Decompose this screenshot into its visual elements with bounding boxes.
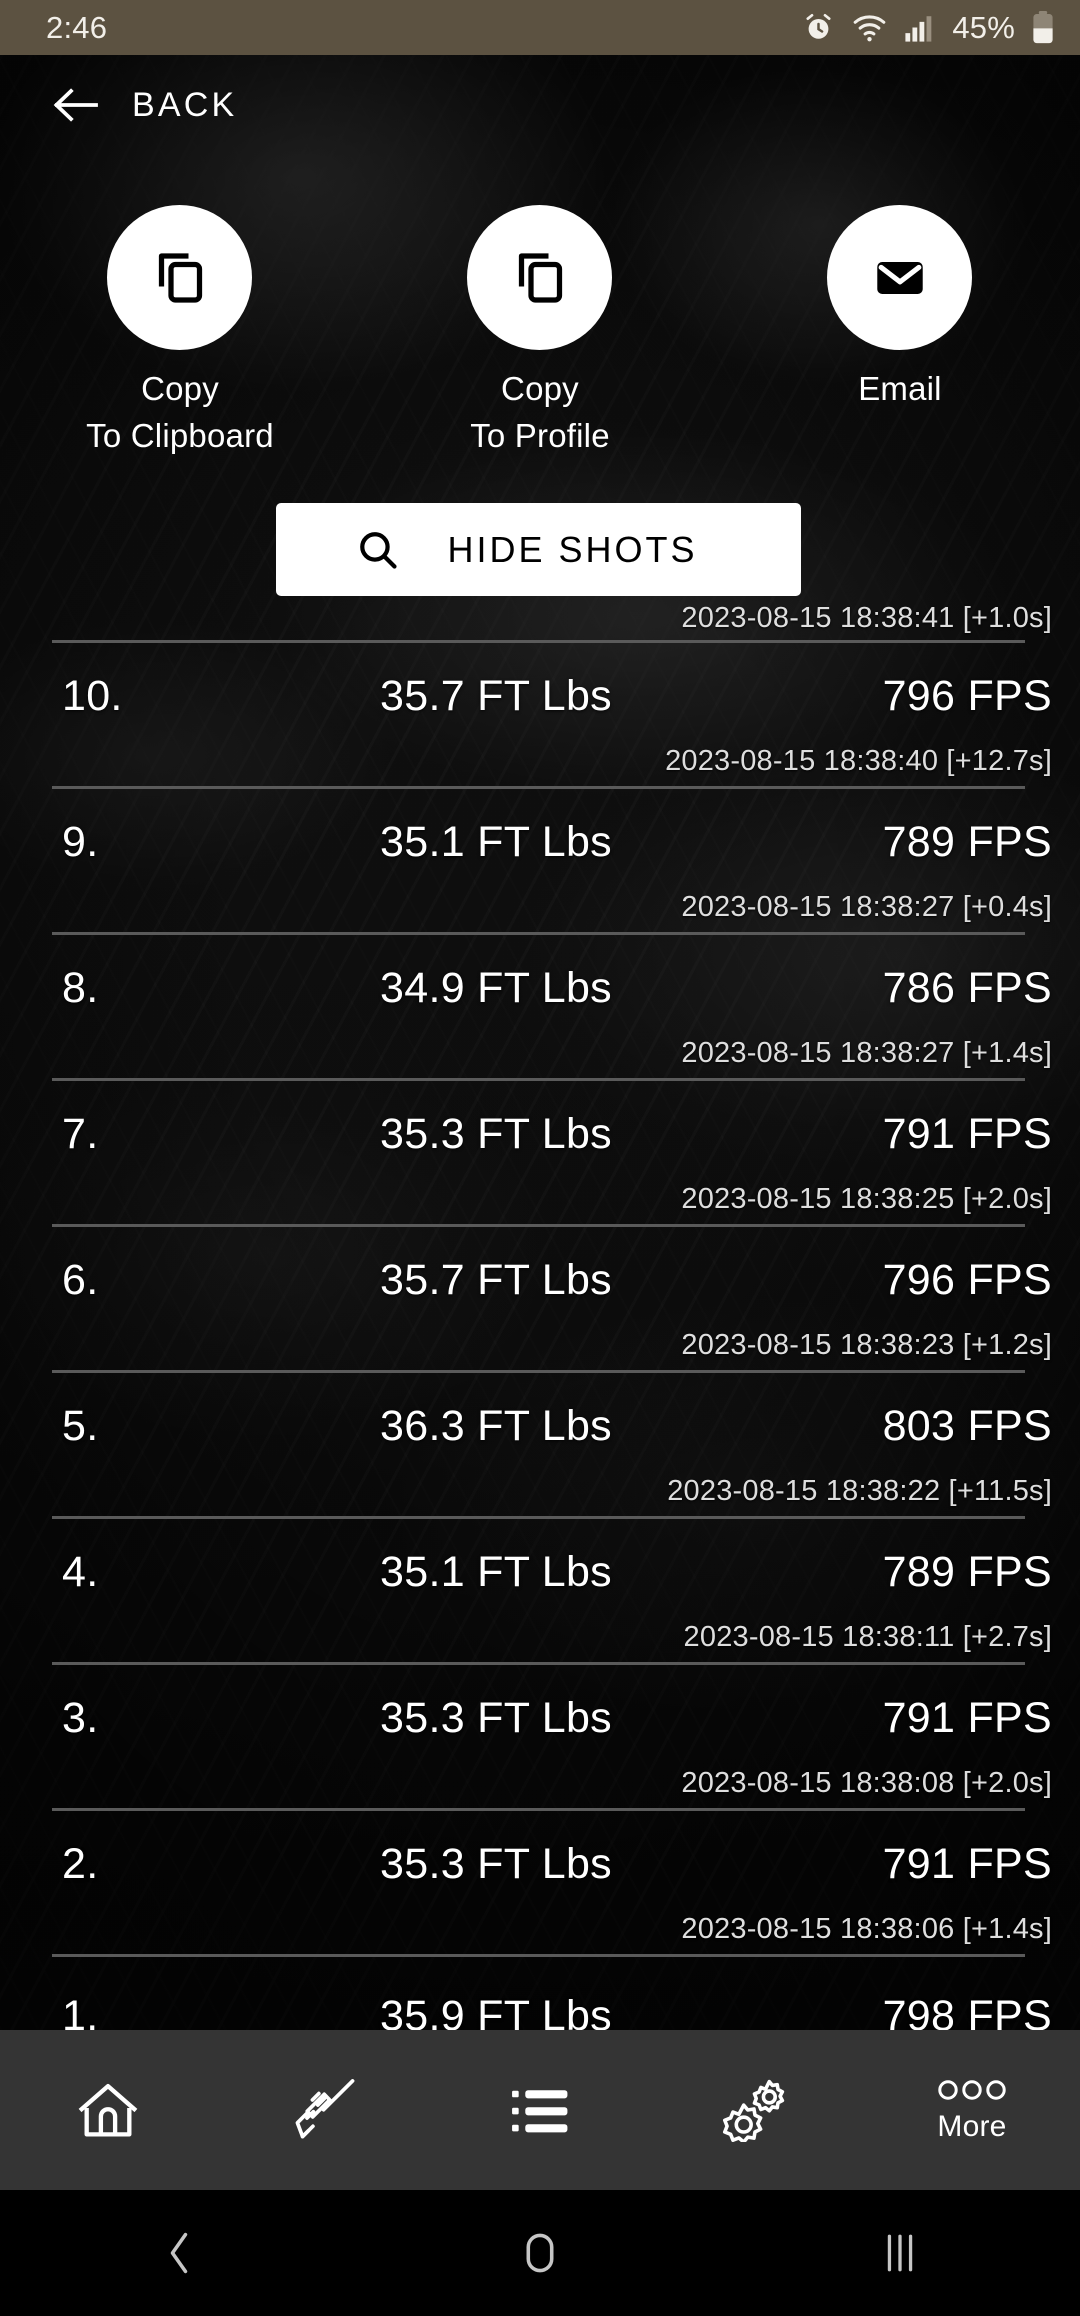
shot-index: 3. <box>62 1693 99 1742</box>
android-recents[interactable] <box>720 2231 1080 2275</box>
shot-timestamp: 2023-08-15 18:38:25 [+2.0s] <box>681 1183 1052 1215</box>
nav-more[interactable]: More <box>864 2030 1080 2190</box>
table-row[interactable]: 8. 34.9 FT Lbs 786 FPS 2023-08-15 18:38:… <box>0 935 1080 1078</box>
shot-speed: 796 FPS <box>882 671 1052 720</box>
copy-icon <box>150 248 210 308</box>
recents-bars-icon <box>883 2231 917 2275</box>
table-row[interactable]: 4. 35.1 FT Lbs 789 FPS 2023-08-15 18:38:… <box>0 1519 1080 1662</box>
email-label: Email <box>858 370 942 407</box>
table-row[interactable]: 3. 35.3 FT Lbs 791 FPS 2023-08-15 18:38:… <box>0 1665 1080 1808</box>
shot-energy: 35.1 FT Lbs <box>380 1547 612 1596</box>
copy-to-profile-circle[interactable] <box>467 205 613 350</box>
shot-energy: 35.7 FT Lbs <box>380 1255 612 1304</box>
table-row[interactable]: 6. 35.7 FT Lbs 796 FPS 2023-08-15 18:38:… <box>0 1227 1080 1370</box>
three-dots-icon <box>936 2076 1008 2104</box>
shot-speed: 791 FPS <box>882 1839 1052 1888</box>
back-button[interactable]: BACK <box>0 55 1080 155</box>
shot-speed: 786 FPS <box>882 963 1052 1012</box>
battery-percent-label: 45% <box>952 9 1015 45</box>
arrow-left-icon <box>52 85 100 125</box>
shot-index: 9. <box>62 817 99 866</box>
hide-shots-label: HIDE SHOTS <box>447 528 698 570</box>
search-icon <box>355 527 401 573</box>
shot-timestamp: 2023-08-15 18:38:40 [+12.7s] <box>665 745 1052 777</box>
status-bar-clock: 2:46 <box>46 9 108 45</box>
list-icon <box>507 2079 573 2141</box>
shot-index: 7. <box>62 1109 99 1158</box>
hide-shots-button[interactable]: HIDE SHOTS <box>276 503 801 596</box>
shot-timestamp: 2023-08-15 18:38:23 [+1.2s] <box>681 1329 1052 1361</box>
shot-timestamp: 2023-08-15 18:38:22 [+11.5s] <box>667 1475 1052 1507</box>
shot-speed: 791 FPS <box>882 1109 1052 1158</box>
back-button-label: BACK <box>132 85 238 124</box>
android-home[interactable] <box>360 2230 720 2276</box>
copy-to-clipboard-label: Copy To Clipboard <box>86 370 274 454</box>
shot-timestamp: 2023-08-15 18:38:27 [+1.4s] <box>681 1037 1052 1069</box>
nav-home[interactable] <box>0 2030 216 2190</box>
gears-icon <box>722 2078 790 2142</box>
table-row[interactable]: 5. 36.3 FT Lbs 803 FPS 2023-08-15 18:38:… <box>0 1373 1080 1516</box>
shot-list[interactable]: 2023-08-15 18:38:41 [+1.0s] 10. 35.7 FT … <box>0 596 1080 2040</box>
android-navigation-bar <box>0 2190 1080 2316</box>
envelope-icon <box>871 249 929 307</box>
shot-index: 8. <box>62 963 99 1012</box>
shot-energy: 35.3 FT Lbs <box>380 1693 612 1742</box>
table-row[interactable]: 7. 35.3 FT Lbs 791 FPS 2023-08-15 18:38:… <box>0 1081 1080 1224</box>
shot-index: 5. <box>62 1401 99 1450</box>
shot-list-leading-timestamp-row: 2023-08-15 18:38:41 [+1.0s] <box>0 596 1080 640</box>
shot-index: 2. <box>62 1839 99 1888</box>
battery-icon <box>1032 11 1054 44</box>
table-row[interactable]: 2. 35.3 FT Lbs 791 FPS 2023-08-15 18:38:… <box>0 1811 1080 1954</box>
shot-timestamp: 2023-08-15 18:38:41 [+1.0s] <box>681 601 1052 634</box>
shot-energy: 36.3 FT Lbs <box>380 1401 612 1450</box>
shot-speed: 791 FPS <box>882 1693 1052 1742</box>
copy-icon <box>510 248 570 308</box>
email-button[interactable]: Email <box>720 205 1080 459</box>
nav-more-label: More <box>937 2110 1007 2143</box>
shot-timestamp: 2023-08-15 18:38:06 [+1.4s] <box>681 1913 1052 1945</box>
nav-rifle[interactable] <box>216 2030 432 2190</box>
shot-index: 4. <box>62 1547 99 1596</box>
alarm-clock-icon <box>802 11 835 44</box>
rifle-icon <box>289 2078 359 2142</box>
copy-to-profile-button[interactable]: Copy To Profile <box>360 205 720 459</box>
shot-index: 6. <box>62 1255 99 1304</box>
nav-list[interactable] <box>432 2030 648 2190</box>
back-chevron-icon <box>163 2230 197 2276</box>
cellular-signal-icon <box>904 12 935 43</box>
shot-timestamp: 2023-08-15 18:38:27 [+0.4s] <box>681 891 1052 923</box>
table-row[interactable]: 9. 35.1 FT Lbs 789 FPS 2023-08-15 18:38:… <box>0 789 1080 932</box>
shot-speed: 789 FPS <box>882 1547 1052 1596</box>
shot-timestamp: 2023-08-15 18:38:08 [+2.0s] <box>681 1767 1052 1799</box>
table-row[interactable]: 10. 35.7 FT Lbs 796 FPS 2023-08-15 18:38… <box>0 643 1080 786</box>
shot-speed: 796 FPS <box>882 1255 1052 1304</box>
nav-settings[interactable] <box>648 2030 864 2190</box>
shot-timestamp: 2023-08-15 18:38:11 [+2.7s] <box>683 1621 1052 1653</box>
app-screen: 2:46 45% BACK Copy To Clipboard Copy To … <box>0 0 1080 2316</box>
email-circle[interactable] <box>827 205 973 350</box>
shot-energy: 35.1 FT Lbs <box>380 817 612 866</box>
shot-energy: 35.3 FT Lbs <box>380 1109 612 1158</box>
home-icon <box>75 2079 141 2141</box>
shot-speed: 789 FPS <box>882 817 1052 866</box>
android-back[interactable] <box>0 2230 360 2276</box>
shot-speed: 803 FPS <box>882 1401 1052 1450</box>
status-bar: 2:46 45% <box>0 0 1080 55</box>
copy-to-clipboard-circle[interactable] <box>107 205 253 350</box>
wifi-icon <box>852 11 887 44</box>
action-button-row: Copy To Clipboard Copy To Profile Email <box>0 205 1080 459</box>
home-circle-icon <box>520 2230 560 2276</box>
shot-energy: 35.3 FT Lbs <box>380 1839 612 1888</box>
shot-energy: 34.9 FT Lbs <box>380 963 612 1012</box>
shot-energy: 35.7 FT Lbs <box>380 671 612 720</box>
copy-to-profile-label: Copy To Profile <box>470 370 610 454</box>
shot-index: 10. <box>62 671 123 720</box>
copy-to-clipboard-button[interactable]: Copy To Clipboard <box>0 205 360 459</box>
bottom-navigation-bar: More <box>0 2030 1080 2190</box>
